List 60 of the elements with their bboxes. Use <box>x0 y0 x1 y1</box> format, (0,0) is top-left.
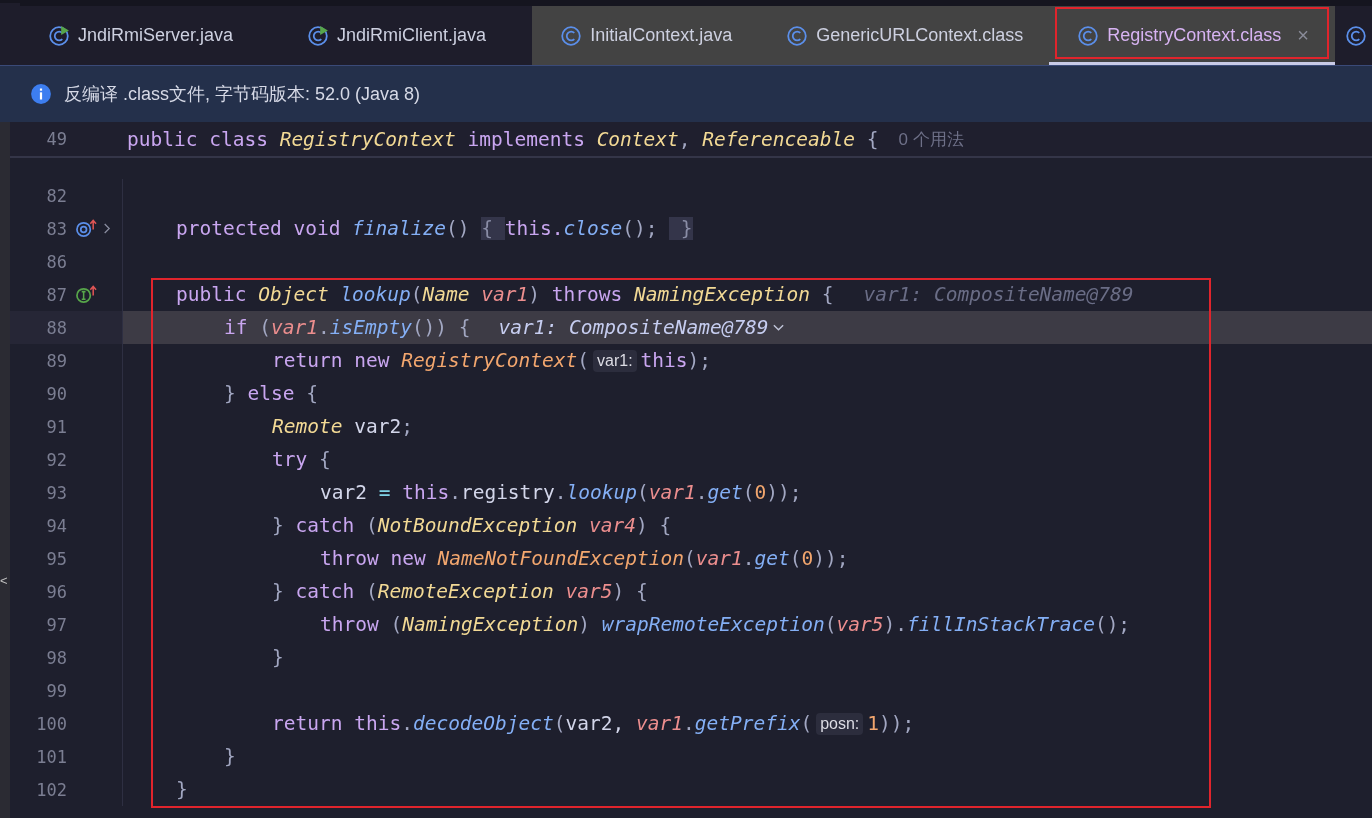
info-icon <box>30 83 52 105</box>
inlay-hint: posn: <box>816 712 864 735</box>
line-number: 82 <box>45 185 67 206</box>
code-text: var2 = this.registry.lookup(var1.get(0)); <box>320 481 802 504</box>
class-icon <box>1077 24 1100 47</box>
usage-count: 0 个用法 <box>898 128 964 151</box>
code-text: return new RegistryContext( <box>272 349 589 372</box>
code-text: return this.decodeObject(var2, var1.getPrefix( <box>272 712 813 735</box>
overrides-method-icon[interactable] <box>75 218 98 239</box>
runnable-class-icon <box>307 24 330 47</box>
code-text: if (var1.isEmpty()) { <box>224 316 471 339</box>
line-number: 83 <box>45 218 67 239</box>
line-number: 49 <box>45 129 67 149</box>
inlay-hint: var1: <box>593 349 637 372</box>
code-text: protected void finalize() { this.close(); } <box>176 217 693 240</box>
line-number: 94 <box>45 515 67 536</box>
code-text: try { <box>272 448 331 471</box>
code-text: } <box>176 778 188 801</box>
code-text: throw new NameNotFoundException(var1.get(0)); <box>320 547 849 570</box>
class-icon <box>560 24 583 47</box>
line-number: 88 <box>45 317 67 338</box>
code-text: public Object lookup(Name var1) throws NamingException { <box>176 283 834 306</box>
line-number: 100 <box>35 713 67 734</box>
line-number: 97 <box>45 614 67 635</box>
editor-tab[interactable]: InitialContext.java <box>532 0 759 65</box>
chevron-down-icon[interactable] <box>771 322 785 333</box>
code-text: throw (NamingException) wrapRemoteException(var5).fillInStackTrace(); <box>320 613 1131 636</box>
code-text: } catch (RemoteException var5) { <box>272 580 648 603</box>
editor-tab[interactable]: RegistryContext.class × <box>1049 0 1336 65</box>
info-text: 反编译 .class文件, 字节码版本: 52.0 (Java 8) <box>64 83 421 106</box>
line-number: 95 <box>45 548 67 569</box>
line-number: 90 <box>45 383 67 404</box>
code-text: public class RegistryContext implements Context, Referenceable { <box>127 127 879 151</box>
line-number: 91 <box>45 416 67 437</box>
collapse-handle[interactable]: < <box>0 574 8 587</box>
line-number: 86 <box>45 251 67 272</box>
inline-value-hint: var1: CompositeName@789 <box>863 283 1134 306</box>
code-text: } <box>224 745 236 768</box>
class-icon <box>786 24 809 47</box>
line-number: 89 <box>45 350 67 371</box>
line-number: 102 <box>35 779 67 800</box>
line-number: 93 <box>45 482 67 503</box>
code-text: Remote var2; <box>272 415 413 438</box>
editor-tab[interactable]: GenericURLContext.class <box>758 0 1050 65</box>
code-text: } <box>272 646 284 669</box>
line-number: 92 <box>45 449 67 470</box>
code-text: this); <box>640 349 712 372</box>
line-number: 99 <box>45 680 67 701</box>
implements-method-icon[interactable] <box>75 284 98 305</box>
code-text: } catch (NotBoundException var4) { <box>272 514 672 537</box>
line-number: 101 <box>35 746 67 767</box>
line-number: 98 <box>45 647 67 668</box>
runnable-class-icon <box>48 24 70 47</box>
debug-value[interactable]: var1: CompositeName@789 <box>498 316 769 339</box>
line-number: 96 <box>45 581 67 602</box>
line-number: 87 <box>45 284 67 305</box>
code-text: 1)); <box>867 712 915 735</box>
chevron-right-icon[interactable] <box>102 222 111 235</box>
class-icon <box>1345 24 1368 47</box>
code-text: } else { <box>224 382 318 405</box>
